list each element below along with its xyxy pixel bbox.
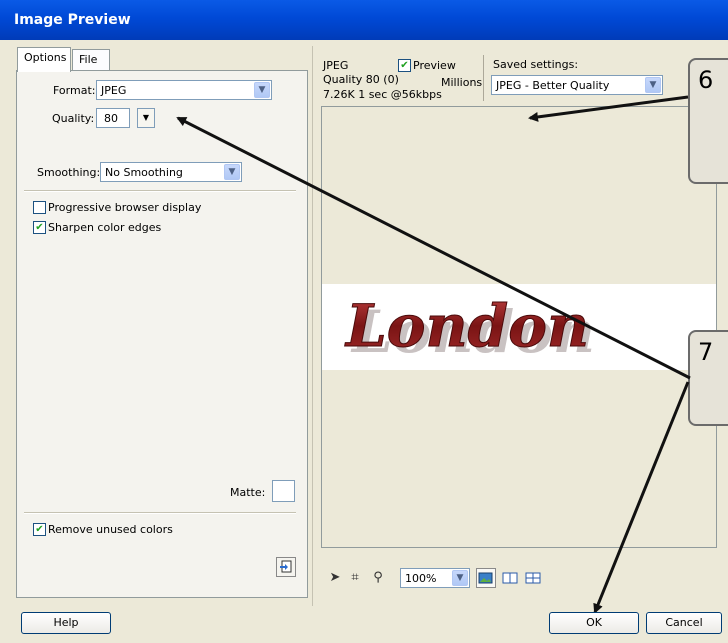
cancel-button-label: Cancel [665,616,703,629]
annotation-arrows [176,95,691,614]
pointer-tool-icon[interactable]: ➤ [326,569,344,587]
help-button-label: Help [53,616,79,629]
four-up-view-button[interactable] [524,569,542,587]
chevron-down-icon[interactable]: ▼ [452,570,468,586]
zoom-tool-icon[interactable]: ⚲ [369,569,387,587]
arrow-7-to-quality [176,116,691,380]
arrow-7-to-ok [593,381,690,614]
zoom-select[interactable]: 100% ▼ [400,568,470,588]
single-view-button[interactable] [476,568,496,588]
tab-options[interactable]: Options [17,47,71,72]
help-button[interactable]: Help [21,612,111,634]
arrow-6-to-preview [528,95,689,122]
ok-button[interactable]: OK [549,612,639,634]
picture-icon [478,572,493,584]
zoom-value: 100% [405,572,437,585]
split-four-icon [525,572,541,584]
cancel-button[interactable]: Cancel [646,612,722,634]
ok-button-label: OK [586,616,602,629]
two-up-view-button[interactable] [501,569,519,587]
tab-options-label: Options [24,51,67,64]
split-two-icon [502,572,518,584]
crop-tool-icon[interactable]: ⌗ [346,569,364,587]
